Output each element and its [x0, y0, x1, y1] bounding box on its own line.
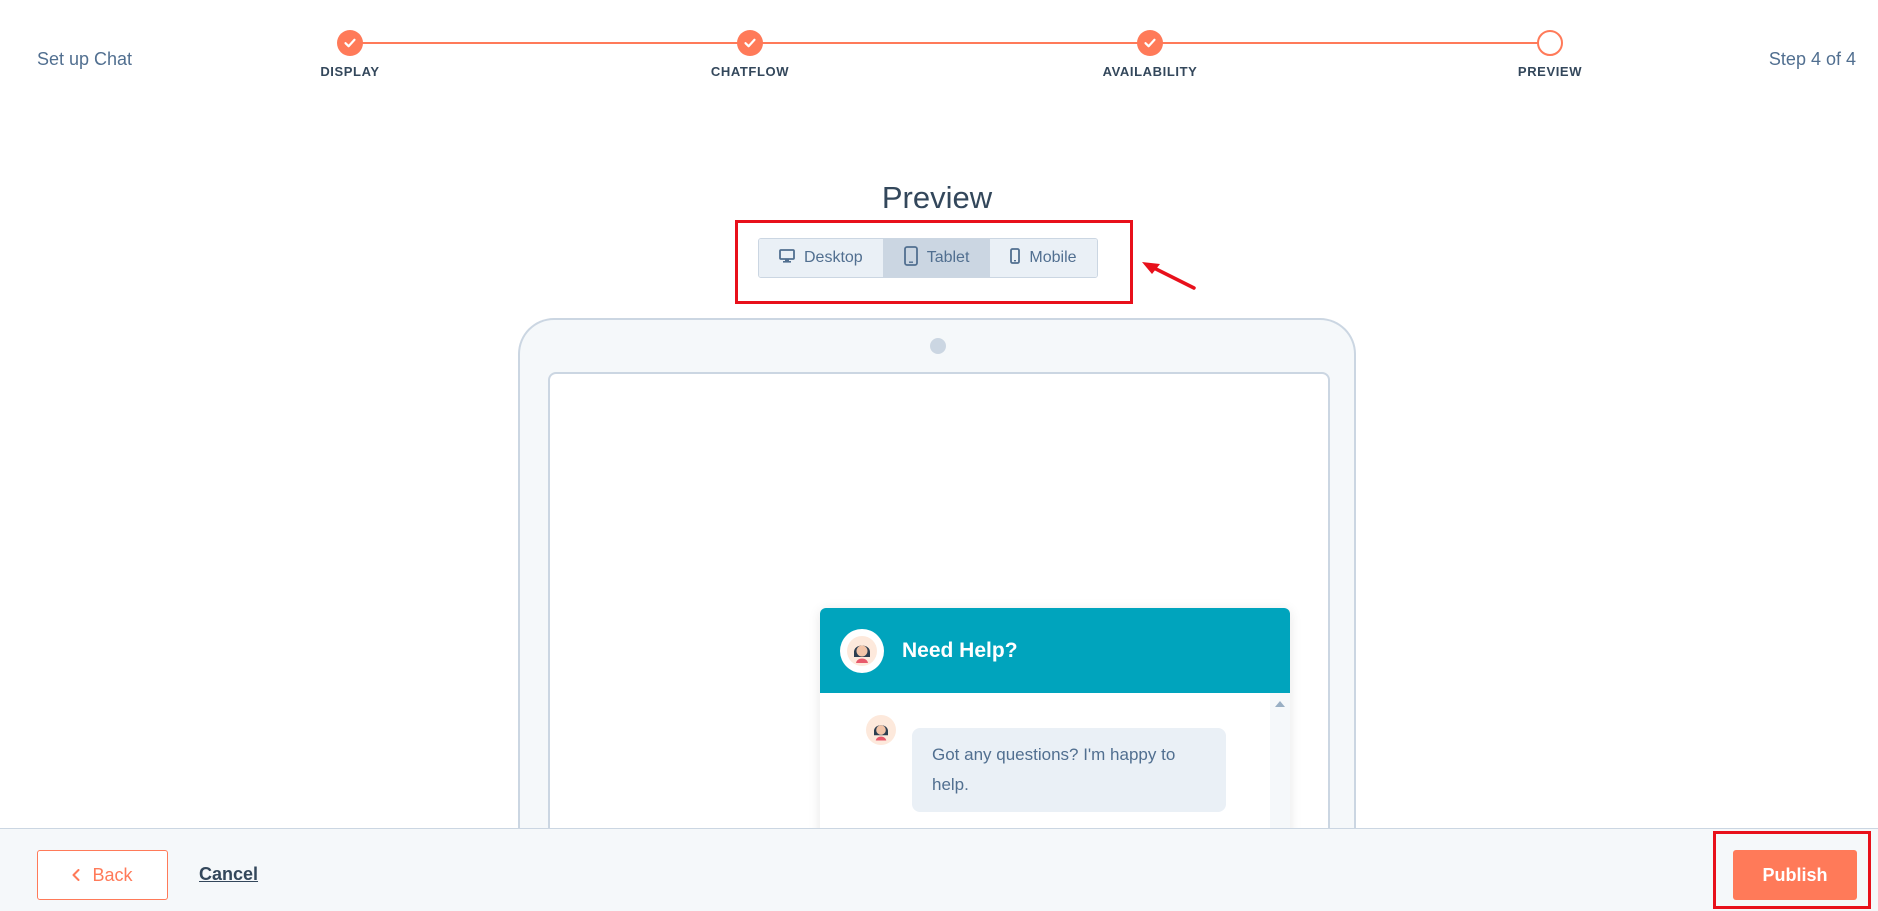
preview-title: Preview: [881, 180, 993, 215]
annotation-arrow-icon: [1140, 258, 1200, 297]
tablet-frame: Need Help? Got any questions? I'm happy …: [518, 318, 1356, 892]
cancel-link[interactable]: Cancel: [199, 864, 258, 885]
tablet-screen: Need Help? Got any questions? I'm happy …: [548, 372, 1330, 892]
step-chatflow[interactable]: CHATFLOW: [670, 30, 830, 79]
avatar: [840, 628, 884, 673]
step-label: CHATFLOW: [710, 64, 790, 79]
device-toggle-highlight: [735, 220, 1133, 304]
publish-highlight: [1713, 831, 1871, 909]
step-availability[interactable]: AVAILABILITY: [1070, 30, 1230, 79]
step-display[interactable]: DISPLAY: [270, 30, 430, 79]
step-count: Step 4 of 4: [1768, 49, 1856, 69]
chat-header-title: Need Help?: [902, 638, 1018, 662]
check-icon: [1137, 30, 1163, 56]
step-label: AVAILABILITY: [1102, 64, 1198, 79]
current-step-icon: [1537, 30, 1563, 56]
step-label: DISPLAY: [320, 64, 380, 79]
chat-message-bubble: Got any questions? I'm happy to help.: [912, 728, 1226, 812]
progress-line: [350, 42, 1550, 44]
chevron-left-icon: [72, 865, 80, 886]
tablet-camera: [930, 338, 946, 354]
chat-header: Need Help?: [820, 608, 1290, 693]
check-icon: [337, 30, 363, 56]
footer-bar: Back Cancel Publish: [0, 828, 1878, 911]
back-label: Back: [92, 864, 133, 885]
agent-avatar: [866, 715, 896, 745]
wizard-title: Set up Chat: [37, 49, 133, 69]
step-label: PREVIEW: [1517, 64, 1583, 79]
step-preview[interactable]: PREVIEW: [1470, 30, 1630, 79]
check-icon: [737, 30, 763, 56]
back-button[interactable]: Back: [37, 850, 168, 900]
scroll-up-icon[interactable]: [1275, 701, 1285, 707]
